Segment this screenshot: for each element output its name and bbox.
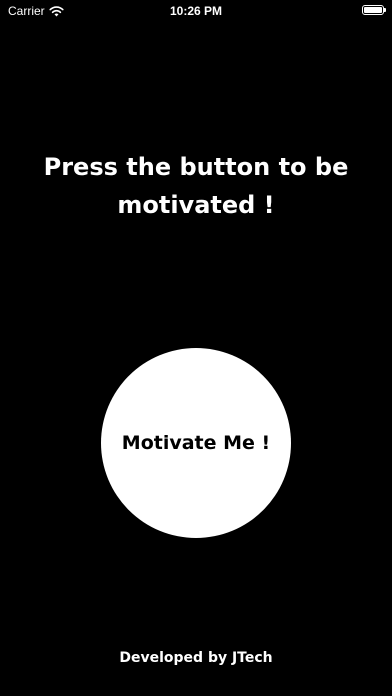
battery-icon	[362, 5, 386, 15]
page-title: Press the button to be motivated !	[43, 153, 349, 219]
status-bar: Carrier 10:26 PM	[0, 0, 392, 22]
motivate-button-label: Motivate Me !	[121, 432, 271, 454]
motivate-button[interactable]: Motivate Me !	[101, 348, 291, 538]
clock: 10:26 PM	[169, 4, 223, 18]
developer-credit: Developed by JTech	[119, 650, 273, 666]
